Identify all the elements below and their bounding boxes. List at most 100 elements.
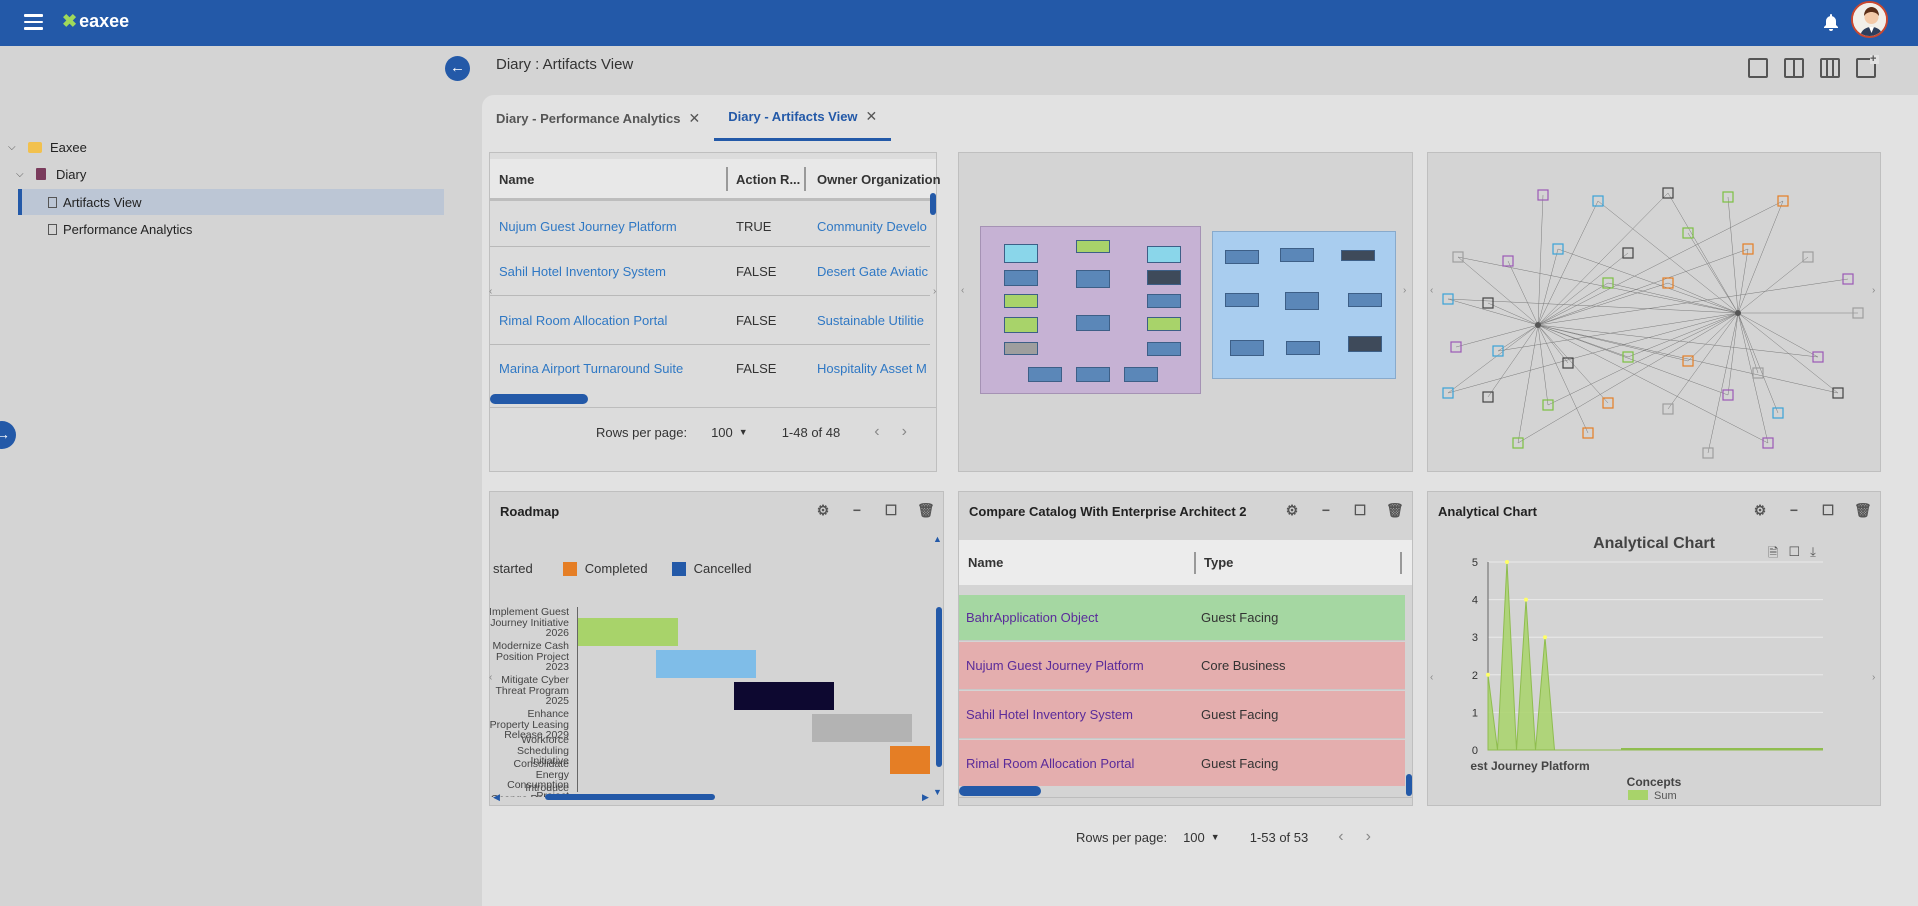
row-owner-link[interactable]: Desert Gate Aviatic <box>817 264 930 279</box>
scroll-right-icon[interactable]: › <box>933 286 936 297</box>
row-name-link[interactable]: BahrApplication Object <box>966 610 1098 625</box>
table-row[interactable]: Nujum Guest Journey Platform TRUE Commun… <box>490 207 930 247</box>
maximize-icon[interactable]: ☐ <box>1820 502 1836 518</box>
tab-performance-analytics[interactable]: Diary - Performance Analytics ✕ <box>482 95 714 141</box>
menu-icon[interactable] <box>24 14 43 30</box>
network-graph[interactable] <box>1428 153 1880 471</box>
roadmap-bar[interactable] <box>890 746 930 774</box>
two-column-layout-icon[interactable] <box>1784 58 1804 78</box>
scroll-left-icon[interactable]: ‹ <box>489 286 492 297</box>
gear-icon[interactable]: ⚙ <box>1284 502 1300 518</box>
row-name-link[interactable]: Nujum Guest Journey Platform <box>966 658 1144 673</box>
rows-per-page-select[interactable]: 100 <box>711 425 733 440</box>
tree-item-artifacts-view[interactable]: Artifacts View <box>48 191 142 213</box>
column-header-type[interactable]: Type <box>1204 555 1233 570</box>
row-name-link[interactable]: Sahil Hotel Inventory System <box>499 264 666 279</box>
maximize-icon[interactable]: ☐ <box>1352 502 1368 518</box>
row-name-link[interactable]: Rimal Room Allocation Portal <box>966 756 1134 771</box>
scroll-down-icon[interactable]: ▼ <box>933 787 942 797</box>
vertical-scrollbar[interactable] <box>930 193 936 215</box>
application-diagram-thumbnail[interactable] <box>1212 231 1396 379</box>
scroll-left-icon[interactable]: ‹ <box>961 285 964 296</box>
row-owner-link[interactable]: Hospitality Asset M <box>817 361 930 376</box>
business-diagram-thumbnail[interactable] <box>980 226 1201 394</box>
column-header-name[interactable]: Name <box>968 555 1003 570</box>
row-name-link[interactable]: Sahil Hotel Inventory System <box>966 707 1133 722</box>
scroll-left-icon[interactable]: ‹ <box>489 672 492 683</box>
table-row[interactable]: Nujum Guest Journey Platform Core Busine… <box>959 642 1405 690</box>
column-divider[interactable] <box>726 167 728 191</box>
back-arrow-icon[interactable]: ← <box>445 56 470 81</box>
document-icon[interactable]: 🗎 <box>1768 544 1778 566</box>
horizontal-scrollbar[interactable] <box>545 794 715 800</box>
scroll-left-icon[interactable]: ◀ <box>493 792 500 803</box>
series-area-sum[interactable] <box>1487 561 1823 751</box>
dropdown-arrow-icon[interactable]: ▼ <box>739 427 748 437</box>
chevron-down-icon[interactable]: ⌵ <box>8 142 20 153</box>
horizontal-scrollbar[interactable] <box>490 394 588 404</box>
row-owner-link[interactable]: Sustainable Utilitie <box>817 313 930 328</box>
table-row[interactable]: BahrApplication Object Guest Facing <box>959 595 1405 641</box>
fullscreen-icon[interactable]: ☐ <box>1788 544 1800 566</box>
minimize-icon[interactable]: − <box>1786 502 1802 518</box>
column-header-owner[interactable]: Owner Organization <box>817 172 941 187</box>
chevron-down-icon[interactable]: ⌵ <box>16 169 28 180</box>
scroll-right-icon[interactable]: › <box>1872 672 1875 683</box>
column-divider[interactable] <box>804 167 806 191</box>
tab-artifacts-view[interactable]: Diary - Artifacts View ✕ <box>714 95 892 141</box>
graph-hub-node[interactable] <box>1535 322 1541 328</box>
roadmap-bar[interactable] <box>656 650 756 678</box>
scroll-left-icon[interactable]: ‹ <box>1430 672 1433 683</box>
data-point[interactable] <box>1543 635 1547 640</box>
scroll-up-icon[interactable]: ▲ <box>933 534 942 544</box>
column-divider[interactable] <box>1400 552 1402 574</box>
table-row[interactable]: Rimal Room Allocation Portal FALSE Susta… <box>490 296 930 345</box>
table-row[interactable]: Rimal Room Allocation Portal Guest Facin… <box>959 740 1405 786</box>
close-icon[interactable]: ✕ <box>866 108 878 125</box>
row-name-link[interactable]: Rimal Room Allocation Portal <box>499 313 667 328</box>
vertical-scrollbar[interactable] <box>936 607 942 767</box>
horizontal-scrollbar[interactable] <box>959 786 1041 796</box>
tree-item-diary[interactable]: ⌵ Diary <box>16 163 86 185</box>
roadmap-bar[interactable] <box>812 714 912 742</box>
download-icon[interactable]: ⤓ <box>1810 544 1816 566</box>
delete-icon[interactable]: 🗑 <box>1386 502 1404 518</box>
previous-page-icon[interactable]: ‹ <box>1338 828 1343 846</box>
single-column-layout-icon[interactable] <box>1748 58 1768 78</box>
data-point[interactable] <box>1505 560 1509 564</box>
row-owner-link[interactable]: Community Develo <box>817 219 930 234</box>
data-point[interactable] <box>1524 597 1528 602</box>
analytical-area-chart[interactable]: Analytical Chart 0 1 2 3 4 5 est Journey Platfo… <box>1428 532 1880 802</box>
next-page-icon[interactable]: › <box>902 423 907 441</box>
user-avatar[interactable] <box>1851 1 1888 38</box>
row-name-link[interactable]: Marina Airport Turnaround Suite <box>499 361 683 376</box>
add-widget-icon[interactable]: + <box>1856 54 1879 78</box>
table-row[interactable]: Marina Airport Turnaround Suite FALSE Ho… <box>490 345 930 392</box>
rows-per-page-select[interactable]: 100 <box>1183 830 1205 845</box>
scroll-right-icon[interactable]: › <box>1403 285 1406 296</box>
three-column-layout-icon[interactable] <box>1820 58 1840 78</box>
close-icon[interactable]: ✕ <box>688 110 700 127</box>
dropdown-arrow-icon[interactable]: ▼ <box>1211 832 1220 842</box>
table-row[interactable]: Sahil Hotel Inventory System FALSE Deser… <box>490 247 930 296</box>
column-header-name[interactable]: Name <box>499 172 534 187</box>
next-page-icon[interactable]: › <box>1366 828 1371 846</box>
gear-icon[interactable]: ⚙ <box>1752 502 1768 518</box>
column-divider[interactable] <box>1194 552 1196 574</box>
roadmap-bar[interactable] <box>578 618 678 646</box>
maximize-icon[interactable]: ☐ <box>883 502 899 518</box>
graph-hub-node[interactable] <box>1735 310 1741 316</box>
column-header-action[interactable]: Action R... <box>736 172 800 187</box>
data-point[interactable] <box>1486 672 1490 677</box>
previous-page-icon[interactable]: ‹ <box>874 423 879 441</box>
notification-bell-icon[interactable] <box>1823 13 1839 34</box>
minimize-icon[interactable]: − <box>849 502 865 518</box>
delete-icon[interactable]: 🗑 <box>1854 502 1872 518</box>
scroll-left-icon[interactable]: ‹ <box>1430 285 1433 296</box>
scroll-right-icon[interactable]: › <box>1872 285 1875 296</box>
row-name-link[interactable]: Nujum Guest Journey Platform <box>499 219 677 234</box>
table-row[interactable]: Sahil Hotel Inventory System Guest Facin… <box>959 691 1405 739</box>
scroll-right-icon[interactable]: ▶ <box>922 792 929 803</box>
roadmap-bar[interactable] <box>734 682 834 710</box>
minimize-icon[interactable]: − <box>1318 502 1334 518</box>
